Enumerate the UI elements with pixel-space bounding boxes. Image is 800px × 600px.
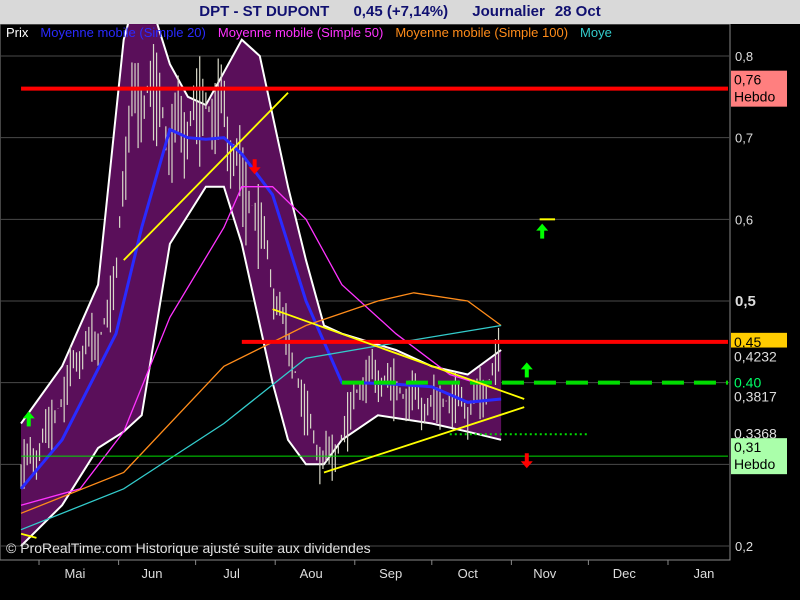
- chart-legend: Prix Moyenne mobile (Simple 20) Moyenne mo…: [6, 25, 624, 40]
- y-tick-label: 0,7: [735, 131, 753, 146]
- arrow-shaft: [524, 368, 529, 378]
- axis-value-label: 0,3817: [731, 387, 787, 406]
- y-tick-label: 0,5: [735, 293, 756, 310]
- y-tick-label: 0,2: [735, 539, 753, 554]
- symbol-label: DPT - ST DUPONT: [199, 3, 330, 20]
- axis-label-value: 0,31: [734, 439, 761, 455]
- x-tick-label: Aou: [300, 566, 323, 581]
- x-tick-label: Jun: [141, 566, 162, 581]
- x-tick-label: Jan: [693, 566, 714, 581]
- axis-label-value: 0,3817: [734, 389, 777, 405]
- x-tick-label: Oct: [458, 566, 479, 581]
- legend-item: Moyenne mobile (Simple 50): [217, 25, 384, 40]
- legend-item: Prix: [6, 25, 29, 40]
- arrow-shaft: [524, 453, 529, 463]
- date-label: 28 Oct: [554, 3, 601, 20]
- legend-item: Moyenne mobile (Simple 100): [395, 25, 569, 40]
- arrow-shaft: [26, 417, 31, 427]
- x-tick-label: Nov: [533, 566, 557, 581]
- arrow-shaft: [540, 229, 545, 239]
- y-tick-label: 0,8: [735, 49, 753, 64]
- axis-value-label: 0,31Hebdo: [731, 438, 787, 475]
- axis-label-sub: Hebdo: [734, 456, 775, 472]
- price-chart: 0,20,30,40,50,60,70,8MaiJunJulAouSepOctN…: [0, 0, 787, 581]
- x-tick-label: Sep: [379, 566, 402, 581]
- x-tick-label: Mai: [64, 566, 85, 581]
- legend-item: Moyenne mobile (Simple 20): [40, 25, 206, 40]
- axis-label-sub: Hebdo: [734, 89, 775, 105]
- quote-label: 0,45 (+7,14%): [353, 3, 449, 20]
- x-tick-label: Jul: [223, 566, 240, 581]
- arrow-shaft: [252, 159, 257, 169]
- chart-title-bar: DPT - ST DUPONT 0,45 (+7,14%) Journalier…: [0, 0, 800, 24]
- axis-label-value: 0,76: [734, 72, 761, 88]
- axis-value-label: 0,76Hebdo: [731, 70, 787, 107]
- x-tick-label: Dec: [613, 566, 637, 581]
- y-tick-label: 0,6: [735, 212, 753, 227]
- period-label: Journalier: [472, 3, 545, 20]
- legend-item: Moye: [580, 25, 612, 40]
- axis-label-value: 0,4232: [734, 349, 777, 365]
- copyright-notice: © ProRealTime.com Historique ajusté suit…: [6, 540, 371, 556]
- axis-value-label: 0,4232: [731, 347, 787, 366]
- axis-label-value: 0,45: [734, 334, 761, 350]
